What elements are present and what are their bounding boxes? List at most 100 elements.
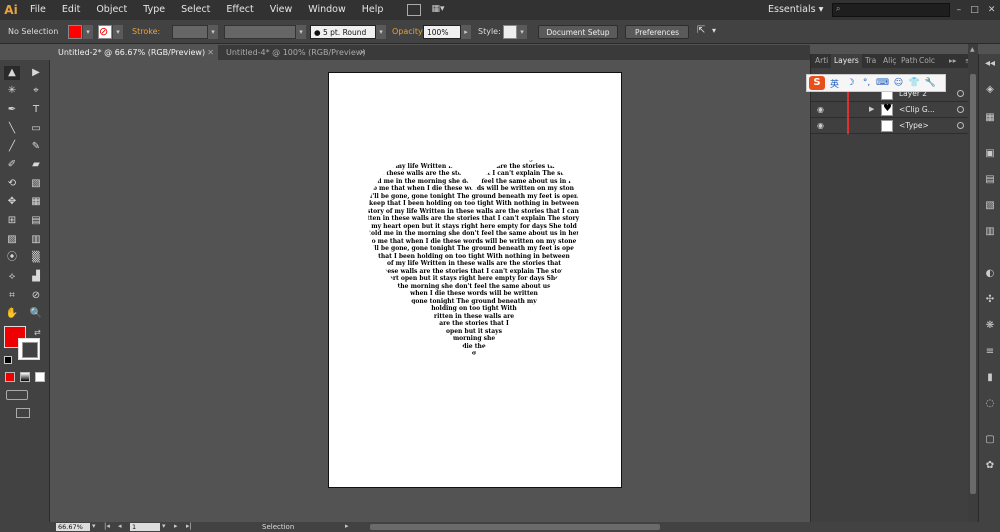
blob-brush-tool-icon[interactable]: ✐	[4, 158, 20, 172]
artboard[interactable]: t been holding on too tight With nothing…	[328, 72, 622, 488]
menu-window[interactable]: Window	[300, 0, 353, 20]
type-tool-icon[interactable]: T	[28, 103, 44, 117]
layers-dock-icon[interactable]: ◈	[984, 84, 996, 96]
brushes-dock-icon[interactable]: ✣	[984, 294, 996, 306]
preferences-button[interactable]: Preferences	[625, 25, 689, 39]
stroke-color-swatch[interactable]	[18, 338, 40, 360]
warp-tool-icon[interactable]: ✥	[4, 195, 20, 209]
default-colors-icon[interactable]	[4, 356, 12, 364]
swatches-dock-icon[interactable]: ◐	[984, 268, 996, 280]
stroke-label[interactable]: Stroke:	[132, 27, 160, 36]
blend-tool-icon[interactable]: ▒	[28, 251, 44, 265]
stroke-swatch[interactable]: ⊘	[98, 25, 112, 39]
pencil-tool-icon[interactable]: ✎	[28, 140, 44, 154]
layer-name[interactable]: <Clip G...	[899, 105, 935, 114]
pathfinder-dock-icon[interactable]: ▧	[984, 200, 996, 212]
layer-row-clip-group[interactable]: ◉ ▶ ♥ <Clip G...	[811, 102, 977, 118]
column-graph-tool-icon[interactable]: ▟	[28, 270, 44, 284]
brush-definition[interactable]: ● 5 pt. Round	[310, 25, 376, 39]
moon-icon[interactable]: ☽	[844, 78, 857, 88]
layer-row-type[interactable]: ◉ <Type>	[811, 118, 977, 134]
menu-type[interactable]: Type	[135, 0, 173, 20]
canvas-area[interactable]: t been holding on too tight With nothing…	[50, 60, 810, 522]
tab-align[interactable]: Aliç	[883, 54, 896, 68]
screen-mode-icon[interactable]	[16, 408, 30, 418]
keyboard-icon[interactable]: ⌨	[876, 78, 889, 88]
hand-tool-icon[interactable]: ✋	[4, 307, 20, 321]
symbols-dock-icon[interactable]: ❋	[984, 320, 996, 332]
first-artboard-icon[interactable]: |◂	[104, 522, 110, 530]
align-dock-icon[interactable]: ▤	[984, 174, 996, 186]
perspective-grid-tool-icon[interactable]: ▨	[4, 233, 20, 247]
paintbrush-tool-icon[interactable]: ╱	[4, 140, 20, 154]
draw-mode-icon[interactable]	[6, 390, 28, 400]
brush-dropdown[interactable]: ▾	[376, 25, 386, 39]
transform-dock-icon[interactable]: ▣	[984, 148, 996, 160]
pen-tool-icon[interactable]: ✒	[4, 103, 20, 117]
style-swatch[interactable]	[503, 25, 517, 39]
rotate-tool-icon[interactable]: ⟲	[4, 177, 20, 191]
fill-swatch[interactable]	[68, 25, 82, 39]
prev-artboard-icon[interactable]: ◂	[118, 522, 122, 530]
opacity-label[interactable]: Opacity:	[392, 27, 425, 36]
menu-object[interactable]: Object	[88, 0, 135, 20]
vertical-scrollbar[interactable]: ▲	[968, 44, 978, 522]
control-menu-icon[interactable]: ▾	[712, 26, 716, 35]
target-icon[interactable]	[957, 90, 964, 97]
live-paint-tool-icon[interactable]: ▤	[28, 214, 44, 228]
wrench-icon[interactable]: 🔧	[924, 78, 937, 88]
target-icon[interactable]	[957, 106, 964, 113]
zoom-field[interactable]: 66.67%	[56, 523, 90, 531]
menu-edit[interactable]: Edit	[54, 0, 88, 20]
menu-effect[interactable]: Effect	[218, 0, 261, 20]
tab-artboards[interactable]: Arti	[815, 54, 828, 68]
punctuation-icon[interactable]: °,	[860, 78, 873, 88]
eyedropper-tool-icon[interactable]: ⦿	[4, 251, 20, 265]
appearance-dock-icon[interactable]: ▢	[984, 434, 996, 446]
vertical-scroll-thumb[interactable]	[970, 74, 976, 494]
artboard-number-field[interactable]: 1	[130, 523, 160, 531]
user-icon[interactable]: ☺	[892, 78, 905, 88]
magic-wand-tool-icon[interactable]: ✳	[4, 84, 20, 98]
dock-collapse-icon[interactable]: ◂◂	[984, 58, 996, 70]
target-icon[interactable]	[957, 122, 964, 129]
close-button[interactable]: ✕	[988, 5, 996, 15]
maximize-button[interactable]: □	[970, 5, 979, 15]
color-dock-icon[interactable]: ▥	[984, 226, 996, 238]
tab-transform[interactable]: Tra	[865, 54, 876, 68]
profile-dropdown[interactable]: ▾	[296, 25, 306, 39]
visibility-eye-icon[interactable]: ◉	[817, 121, 827, 131]
artboard-dropdown[interactable]: ▾	[162, 522, 166, 530]
swap-fill-stroke-icon[interactable]: ⇄	[34, 328, 41, 337]
scroll-up-arrow-icon[interactable]: ▲	[970, 46, 975, 53]
skin-icon[interactable]: 👕	[908, 78, 921, 88]
opacity-field[interactable]: 100%	[423, 25, 461, 39]
tab-layers[interactable]: Layers	[831, 54, 862, 68]
search-input[interactable]: ⌕	[832, 3, 950, 17]
direct-selection-tool-icon[interactable]: ▶	[28, 66, 44, 80]
scale-tool-icon[interactable]: ▧	[28, 177, 44, 191]
zoom-tool-icon[interactable]: 🔍	[28, 307, 44, 321]
rectangle-tool-icon[interactable]: ▭	[28, 122, 44, 136]
free-transform-tool-icon[interactable]: ▦	[28, 195, 44, 209]
close-icon[interactable]: ✕	[359, 45, 366, 60]
zoom-dropdown[interactable]: ▾	[92, 522, 96, 530]
shape-builder-tool-icon[interactable]: ⊞	[4, 214, 20, 228]
opacity-dropdown[interactable]: ▸	[461, 25, 471, 39]
mesh-tool-icon[interactable]: ▥	[28, 233, 44, 247]
selection-tool-icon[interactable]: ▲	[4, 66, 20, 80]
heart-text-artwork[interactable]: t been holding on too tight With nothing…	[367, 155, 581, 355]
status-menu-icon[interactable]: ▸	[345, 522, 349, 530]
symbol-sprayer-tool-icon[interactable]: ⟡	[4, 270, 20, 284]
stroke-weight-field[interactable]	[172, 25, 208, 39]
visibility-eye-icon[interactable]: ◉	[817, 105, 827, 115]
color-mode-icon[interactable]	[5, 372, 15, 382]
tab-pathfinder[interactable]: Path	[901, 54, 917, 68]
graphic-styles-dock-icon[interactable]: ✿	[984, 460, 996, 472]
tab-untitled-2[interactable]: Untitled-2* @ 66.67% (RGB/Preview) ✕	[50, 45, 218, 60]
expand-arrow-icon[interactable]: ▶	[869, 105, 874, 113]
last-artboard-icon[interactable]: ▸|	[186, 522, 192, 530]
menu-select[interactable]: Select	[173, 0, 218, 20]
tab-color[interactable]: Colc	[919, 54, 935, 68]
artboards-dock-icon[interactable]: ▦	[984, 112, 996, 124]
